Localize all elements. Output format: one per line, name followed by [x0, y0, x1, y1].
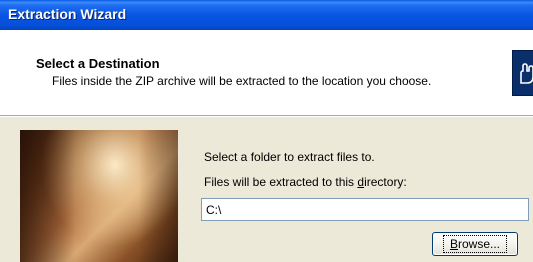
- directory-label: Files will be extracted to this director…: [204, 175, 407, 189]
- page-title: Select a Destination: [36, 56, 160, 71]
- destination-path-input[interactable]: [201, 198, 529, 221]
- browse-button[interactable]: Browse...: [432, 232, 518, 256]
- browse-button-label: Browse...: [442, 235, 508, 253]
- side-image-shading: [20, 130, 178, 262]
- directory-label-pre: Files will be extracted to this: [204, 175, 358, 189]
- select-folder-label: Select a folder to extract files to.: [204, 150, 375, 164]
- page-description: Files inside the ZIP archive will be ext…: [52, 74, 432, 88]
- browse-label-rest: rowse...: [458, 237, 501, 251]
- header-separator: [0, 116, 533, 117]
- wizard-hand-icon: [512, 50, 533, 96]
- title-bar[interactable]: Extraction Wizard: [0, 0, 533, 30]
- directory-label-post: irectory:: [364, 175, 407, 189]
- browse-accelerator: B: [449, 237, 458, 251]
- wizard-side-image: [20, 130, 178, 262]
- window-title: Extraction Wizard: [8, 6, 127, 22]
- wizard-header: Select a Destination Files inside the ZI…: [0, 30, 533, 116]
- extraction-wizard-window: Extraction Wizard Select a Destination F…: [0, 0, 533, 262]
